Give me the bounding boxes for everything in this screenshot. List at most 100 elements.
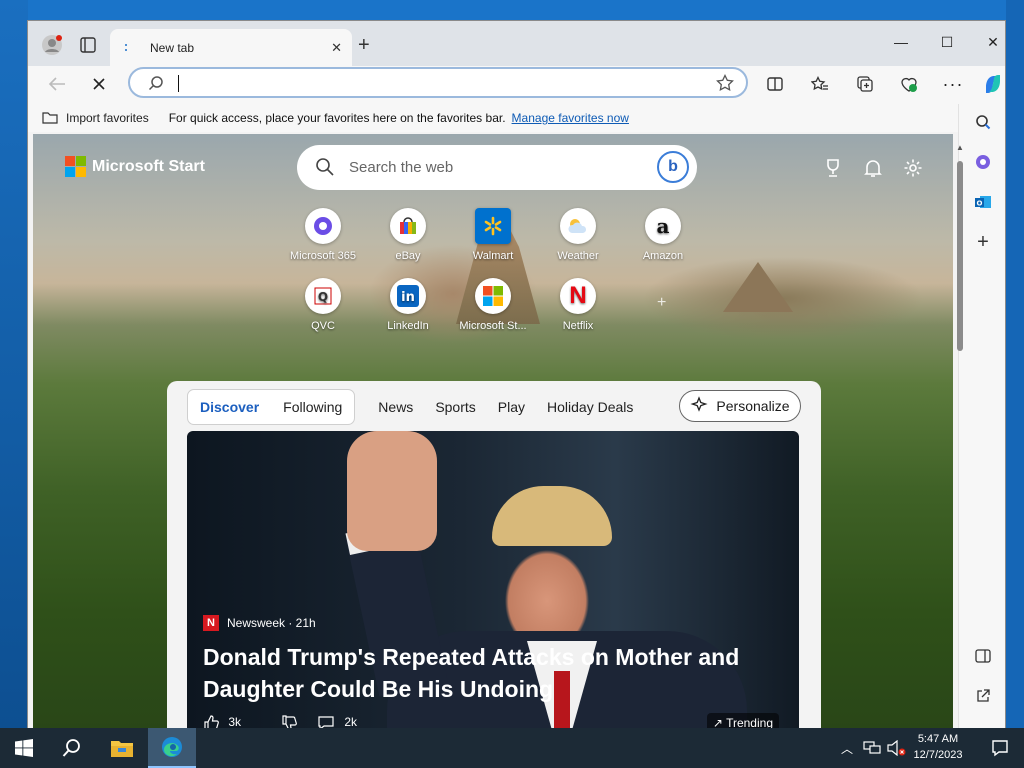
personalize-label: Personalize bbox=[716, 398, 790, 414]
collections-icon[interactable] bbox=[850, 70, 880, 98]
quick-link-label: Microsoft 365 bbox=[289, 250, 357, 262]
edge-taskbar-icon[interactable] bbox=[148, 728, 196, 768]
profile-icon[interactable] bbox=[38, 31, 66, 59]
desktop-background-top bbox=[0, 0, 1024, 22]
tab-following[interactable]: Following bbox=[271, 399, 354, 415]
file-explorer-icon[interactable] bbox=[98, 728, 146, 768]
add-quick-link-button[interactable]: + bbox=[657, 294, 666, 312]
quick-link-linkedin[interactable]: in LinkedIn bbox=[363, 278, 453, 332]
copilot-icon[interactable] bbox=[978, 70, 1005, 98]
text-cursor bbox=[178, 75, 179, 92]
quick-link-walmart[interactable]: Walmart bbox=[448, 208, 538, 262]
tab-play[interactable]: Play bbox=[487, 399, 536, 415]
import-favorites-button[interactable]: Import favorites bbox=[66, 111, 149, 125]
amazon-icon: a bbox=[645, 208, 681, 244]
quick-link-amazon[interactable]: a Amazon bbox=[618, 208, 708, 262]
newsweek-logo-icon: N bbox=[203, 615, 219, 631]
bing-chat-icon[interactable]: b bbox=[657, 151, 689, 183]
taskbar-search-icon[interactable] bbox=[48, 728, 96, 768]
quick-link-label: Microsoft St... bbox=[459, 320, 527, 332]
tab-discover[interactable]: Discover bbox=[188, 399, 271, 415]
tab-holiday-deals[interactable]: Holiday Deals bbox=[536, 399, 644, 415]
system-clock[interactable]: 5:47 AM 12/7/2023 bbox=[908, 731, 968, 763]
quick-link-microsoft-store[interactable]: Microsoft St... bbox=[448, 278, 538, 332]
tab-new-tab[interactable]: New tab ✕ bbox=[110, 29, 352, 66]
quick-link-label: QVC bbox=[311, 320, 335, 332]
article-photo-hair bbox=[492, 486, 612, 546]
quick-link-microsoft-365[interactable]: Microsoft 365 bbox=[278, 208, 368, 262]
desktop-background-left bbox=[0, 0, 28, 728]
favorites-bar-message: For quick access, place your favorites h… bbox=[168, 111, 506, 125]
sidebar-open-external-icon[interactable] bbox=[971, 684, 995, 708]
quick-link-qvc[interactable]: Q QVC bbox=[278, 278, 368, 332]
clock-date: 12/7/2023 bbox=[913, 749, 963, 761]
scrollbar-thumb[interactable] bbox=[957, 161, 963, 351]
quick-link-netflix[interactable]: N Netflix bbox=[533, 278, 623, 332]
maximize-button[interactable]: ☐ bbox=[924, 27, 970, 57]
browser-window: New tab ✕ + — ☐ ✕ ··· Import favorites F… bbox=[27, 20, 1006, 730]
scroll-up-icon[interactable]: ▲ bbox=[956, 143, 964, 152]
brand-label: Microsoft Start bbox=[92, 157, 205, 175]
browser-essentials-icon[interactable] bbox=[894, 70, 924, 98]
quick-link-weather[interactable]: Weather bbox=[533, 208, 623, 262]
notifications-bell-icon[interactable] bbox=[861, 156, 885, 180]
clock-time: 5:47 AM bbox=[917, 733, 959, 745]
microsoft-logo-icon bbox=[65, 156, 86, 177]
sparkle-icon bbox=[690, 395, 708, 417]
feed-tab-group: Discover Following bbox=[187, 389, 356, 425]
favorites-icon[interactable] bbox=[805, 70, 835, 98]
tab-sports[interactable]: Sports bbox=[424, 399, 486, 415]
page-settings-gear-icon[interactable] bbox=[901, 156, 925, 180]
favorite-star-icon[interactable] bbox=[716, 73, 734, 95]
start-button[interactable] bbox=[0, 728, 48, 768]
quick-link-label: Amazon bbox=[642, 250, 684, 262]
rewards-icon[interactable] bbox=[821, 156, 845, 180]
minimize-button[interactable]: — bbox=[878, 27, 924, 57]
sidebar-add-icon[interactable]: + bbox=[971, 230, 995, 254]
microsoft-store-icon bbox=[475, 278, 511, 314]
sidebar-outlook-icon[interactable]: O bbox=[971, 190, 995, 214]
manage-favorites-link[interactable]: Manage favorites now bbox=[512, 111, 629, 125]
walmart-icon bbox=[475, 208, 511, 244]
tab-bar: New tab ✕ + — ☐ ✕ bbox=[28, 21, 1005, 66]
article-source[interactable]: N Newsweek · 21h bbox=[203, 615, 763, 631]
sidebar-search-icon[interactable] bbox=[971, 110, 995, 134]
tab-news[interactable]: News bbox=[367, 399, 424, 415]
new-tab-button[interactable]: + bbox=[358, 35, 370, 55]
quick-link-label: Walmart bbox=[472, 250, 514, 262]
split-screen-icon[interactable] bbox=[760, 70, 790, 98]
quick-link-label: Weather bbox=[557, 250, 599, 262]
sidebar-layout-icon[interactable] bbox=[971, 644, 995, 668]
feed-tabs: Discover Following News Sports Play Holi… bbox=[187, 389, 644, 425]
search-icon bbox=[315, 157, 335, 181]
web-search-box[interactable]: Search the web b bbox=[297, 145, 697, 190]
personalize-button[interactable]: Personalize bbox=[679, 390, 801, 422]
page-scrollbar[interactable]: ▲ bbox=[955, 139, 965, 729]
windows-taskbar: ︿ 5:47 AM 12/7/2023 bbox=[0, 728, 1024, 768]
favorites-bar: Import favorites For quick access, place… bbox=[28, 104, 958, 132]
tab-actions-icon[interactable] bbox=[74, 31, 102, 59]
edge-sidebar: O + bbox=[958, 104, 1005, 729]
quick-link-label: eBay bbox=[395, 250, 421, 262]
new-tab-page: Microsoft Start Search the web b Microso… bbox=[33, 134, 953, 729]
sidebar-copilot-icon[interactable] bbox=[971, 150, 995, 174]
news-feed-panel: Discover Following News Sports Play Holi… bbox=[167, 381, 821, 729]
address-bar[interactable] bbox=[128, 67, 748, 98]
quick-link-ebay[interactable]: eBay bbox=[363, 208, 453, 262]
search-icon bbox=[148, 75, 164, 94]
action-center-icon[interactable] bbox=[976, 728, 1024, 768]
news-card[interactable]: N Newsweek · 21h Donald Trump's Repeated… bbox=[187, 431, 799, 729]
close-window-button[interactable]: ✕ bbox=[970, 27, 1005, 57]
article-headline[interactable]: Donald Trump's Repeated Attacks on Mothe… bbox=[203, 641, 763, 705]
quick-link-label: Netflix bbox=[562, 320, 594, 332]
microsoft365-icon bbox=[305, 208, 341, 244]
close-tab-icon[interactable]: ✕ bbox=[331, 40, 342, 56]
tab-title: New tab bbox=[150, 40, 195, 55]
settings-menu-icon[interactable]: ··· bbox=[938, 70, 968, 98]
volume-muted-icon[interactable] bbox=[882, 728, 910, 768]
microsoft-start-brand[interactable]: Microsoft Start bbox=[65, 156, 205, 177]
stop-loading-button[interactable] bbox=[84, 70, 114, 98]
import-folder-icon bbox=[42, 110, 58, 127]
qvc-icon: Q bbox=[305, 278, 341, 314]
back-button[interactable] bbox=[42, 70, 72, 98]
